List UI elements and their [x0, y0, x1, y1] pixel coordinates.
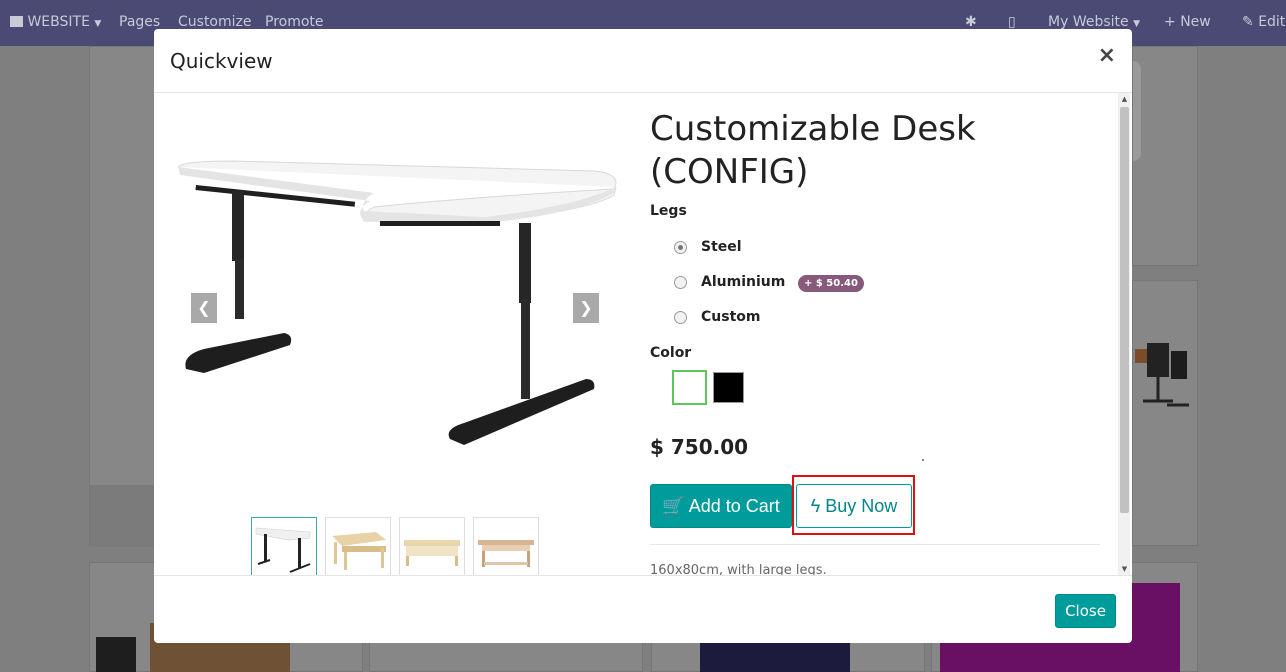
my-website-menu[interactable]: My Website ▼ [1048, 14, 1140, 30]
chevron-left-icon: ❮ [197, 298, 211, 317]
modal-header: Quickview × [154, 29, 1132, 93]
close-button[interactable]: Close [1055, 594, 1116, 628]
radio-button[interactable] [674, 241, 687, 254]
color-attribute-title: Color [650, 345, 692, 361]
stray-dot [922, 459, 924, 461]
product-price: $ 750.00 [650, 435, 749, 459]
office-chairs-image [1135, 343, 1189, 407]
color-swatch-white[interactable] [672, 370, 707, 405]
thumbnail-3[interactable] [399, 517, 465, 575]
product-card [1132, 280, 1198, 546]
chevron-right-icon: ❯ [579, 298, 593, 317]
carousel-next-button[interactable]: ❯ [573, 293, 599, 323]
modal-title: Quickview [170, 49, 273, 73]
promote-menu[interactable]: Promote [265, 14, 324, 30]
wooden-table-thumbnail-image [332, 532, 386, 570]
modal-footer: Close [154, 575, 1132, 643]
thumbnail-1[interactable] [251, 517, 317, 575]
carousel-prev-button[interactable]: ❮ [191, 293, 217, 323]
cart-icon: 🛒 [662, 495, 685, 516]
modal-body: ❮ ❯ Customizable Desk (CONFIG) Legs Stee… [154, 93, 1132, 575]
pages-menu[interactable]: Pages [119, 14, 160, 30]
apps-grid-icon [10, 16, 23, 27]
caret-down-icon: ▼ [94, 19, 102, 29]
new-button[interactable]: + New [1164, 14, 1211, 30]
divider [650, 544, 1100, 545]
scroll-up-icon[interactable]: ▲ [1120, 95, 1129, 103]
product-name: Customizable Desk (CONFIG) [650, 109, 976, 192]
color-swatch-black[interactable] [713, 372, 744, 403]
mobile-preview-icon[interactable]: ▯ [1008, 14, 1016, 30]
add-to-cart-button[interactable]: 🛒 Add to Cart [650, 484, 792, 528]
thumbnail-4[interactable] [473, 517, 539, 575]
caret-down-icon: ▼ [1133, 19, 1140, 29]
buy-now-button[interactable]: ϟ Buy Now [796, 484, 912, 528]
edit-button[interactable]: ✎ Edit [1242, 14, 1285, 30]
product-card [1132, 46, 1198, 266]
bolt-icon: ϟ [810, 495, 821, 516]
pencil-icon: ✎ [1242, 14, 1254, 30]
desk-thumbnail-image [255, 527, 311, 573]
bug-icon[interactable]: ✱ [965, 14, 977, 30]
quickview-modal: Quickview × ❮ ❯ Customizable Desk (CONFI… [154, 29, 1132, 643]
close-icon[interactable]: × [1098, 43, 1116, 68]
wooden-table-thumbnail-image [404, 540, 460, 566]
modal-scrollbar[interactable]: ▲ ▼ [1118, 93, 1130, 575]
desk-image [177, 160, 617, 445]
wooden-table-thumbnail-image [478, 540, 534, 567]
plus-icon: + [1164, 14, 1176, 30]
product-details: Customizable Desk (CONFIG) Legs Steel Al… [650, 93, 1102, 575]
price-extra-badge: + $ 50.40 [798, 275, 864, 292]
radio-button[interactable] [674, 311, 687, 324]
thumbnail-2[interactable] [325, 517, 391, 575]
legs-attribute-title: Legs [650, 203, 687, 219]
scroll-down-icon[interactable]: ▼ [1120, 565, 1129, 573]
customize-menu[interactable]: Customize [178, 14, 252, 30]
product-description: 160x80cm, with large legs. [650, 563, 827, 575]
product-image-carousel: ❮ ❯ [174, 149, 618, 469]
scroll-thumb[interactable] [1120, 107, 1129, 513]
website-menu[interactable]: WEBSITE ▼ [10, 14, 101, 30]
radio-button[interactable] [674, 276, 687, 289]
